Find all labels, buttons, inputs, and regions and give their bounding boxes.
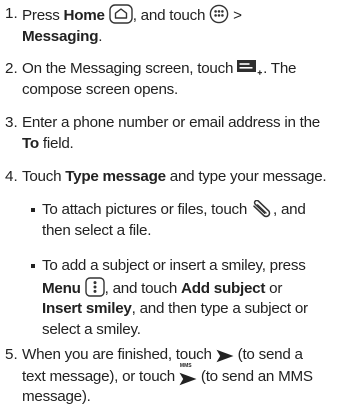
step-number: 3. (5, 114, 18, 131)
menu-key-icon (84, 276, 105, 297)
insert-smiley-label: Insert smiley (42, 300, 132, 317)
bullet-text: To attach pictures or files, touch , and… (42, 200, 306, 239)
home-label: Home (63, 7, 105, 24)
type-message-label: Type message (65, 168, 166, 185)
bullet-text: To add a subject or insert a smiley, pre… (42, 257, 308, 338)
home-key-icon (109, 4, 133, 24)
step-number: 5. (5, 346, 18, 363)
apps-grid-icon (209, 4, 229, 24)
step-number: 4. (5, 168, 18, 185)
paperclip-icon (251, 200, 273, 218)
send-icon (216, 349, 234, 363)
messaging-label: Messaging (22, 27, 99, 45)
step-text: When you are finished, touch (to send a … (22, 346, 313, 405)
send-mms-icon: MMS (179, 362, 197, 386)
to-label: To (22, 134, 39, 152)
step-number: 1. (5, 5, 18, 22)
step-text: Touch Type message and type your message… (22, 168, 327, 185)
bullet-marker (31, 208, 35, 212)
menu-label: Menu (42, 279, 81, 297)
mms-label: MMS (179, 362, 192, 369)
step-text: Press Home , and touch > Messaging. (22, 4, 333, 47)
bullet-marker (31, 264, 35, 268)
compose-message-icon (237, 59, 263, 77)
add-subject-label: Add subject (181, 279, 266, 297)
instructions-page: 1. Press Home , and touch > Messaging. 2… (0, 0, 337, 410)
step-text: On the Messaging screen, touch . The com… (22, 59, 297, 98)
step-number: 2. (5, 60, 18, 77)
step-text: Enter a phone number or email address in… (22, 114, 320, 152)
